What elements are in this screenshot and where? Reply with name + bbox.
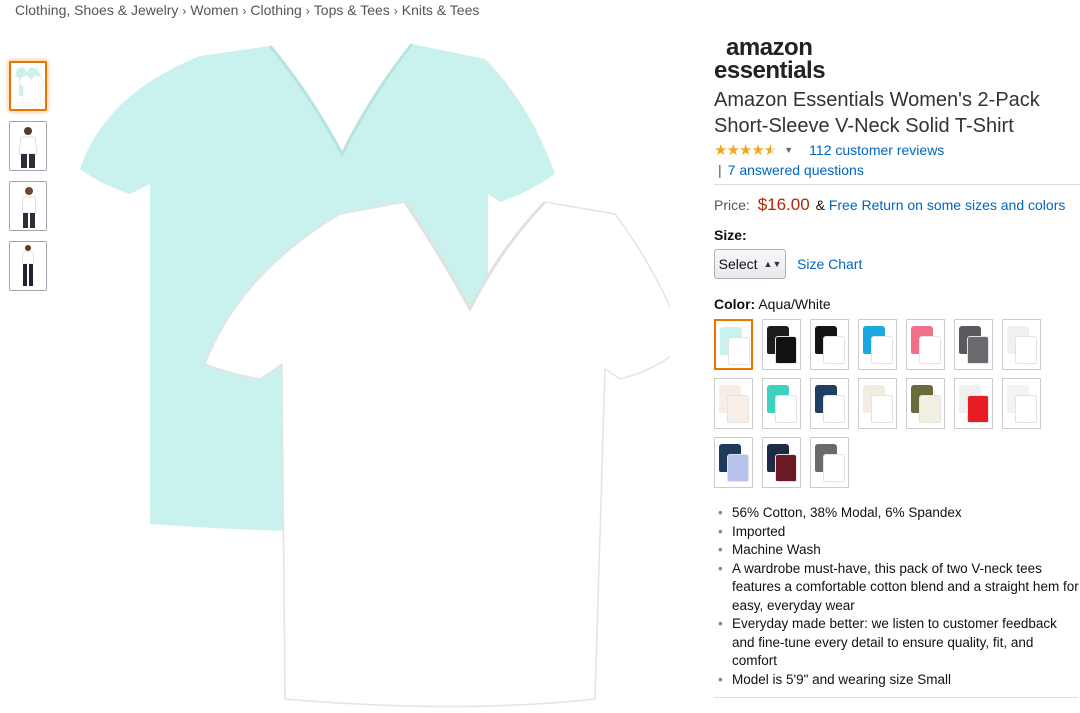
feature-bullet: Model is 5'9" and wearing size Small — [714, 671, 1080, 690]
color-label-key: Color: — [714, 296, 756, 312]
model-thumbnail — [18, 127, 38, 168]
breadcrumb-separator: › — [393, 4, 398, 18]
thumb-model-full[interactable] — [9, 241, 47, 291]
color-swatch[interactable] — [762, 437, 801, 488]
breadcrumb-clothing[interactable]: Clothing — [250, 2, 301, 18]
color-swatch[interactable] — [810, 378, 849, 429]
size-select-label: Select — [718, 256, 758, 272]
product-details: amazon essentials Amazon Essentials Wome… — [714, 36, 1080, 689]
breadcrumb-separator: › — [242, 4, 247, 18]
size-chart-link[interactable]: Size Chart — [797, 256, 862, 272]
free-return-link[interactable]: Free Return on some sizes and colors — [829, 197, 1066, 213]
rating-row: ★★★★★ ▼ 112 customer reviews — [714, 141, 1080, 159]
tshirt-pair-thumbnail — [15, 67, 45, 106]
color-swatch[interactable] — [810, 319, 849, 370]
color-swatch[interactable] — [714, 319, 753, 370]
tshirt-front-icon — [967, 336, 989, 364]
thumb-model-side[interactable] — [9, 181, 47, 231]
color-label: Color: Aqua/White — [714, 296, 1080, 312]
thumb-model-front[interactable] — [9, 121, 47, 171]
tshirt-front-icon — [871, 395, 893, 423]
tshirt-front-icon — [871, 336, 893, 364]
color-swatch[interactable] — [906, 319, 945, 370]
chevron-down-icon[interactable]: ▼ — [784, 145, 793, 155]
divider-pipe: | — [718, 162, 722, 178]
tshirt-front-icon — [775, 336, 797, 364]
divider — [714, 184, 1080, 185]
breadcrumb-knits-tees[interactable]: Knits & Tees — [402, 2, 480, 18]
tshirt-front-icon — [775, 395, 797, 423]
color-swatch[interactable] — [714, 437, 753, 488]
tshirt-front-icon — [728, 337, 750, 365]
color-swatch[interactable] — [954, 319, 993, 370]
tshirt-pair-image — [80, 43, 686, 708]
color-swatches — [714, 319, 1080, 488]
color-swatch[interactable] — [762, 378, 801, 429]
size-label: Size: — [714, 227, 747, 243]
thumb-product-front[interactable] — [9, 61, 47, 111]
tshirt-front-icon — [727, 395, 749, 423]
product-title: Amazon Essentials Women's 2-Pack Short-S… — [714, 89, 1040, 137]
feature-bullet: A wardrobe must-have, this pack of two V… — [714, 560, 1080, 616]
breadcrumb-women[interactable]: Women — [190, 2, 238, 18]
tshirt-front-icon — [919, 395, 941, 423]
feature-bullet: 56% Cotton, 38% Modal, 6% Spandex — [714, 504, 1080, 523]
tshirt-front-icon — [775, 454, 797, 482]
color-swatch[interactable] — [954, 378, 993, 429]
qa-row: | 7 answered questions — [714, 162, 1080, 178]
image-thumbnails — [9, 61, 49, 301]
color-swatch[interactable] — [762, 319, 801, 370]
color-swatch[interactable] — [1002, 319, 1041, 370]
star-rating[interactable]: ★★★★★ — [714, 141, 777, 159]
tshirt-front-icon — [823, 395, 845, 423]
feature-bullet: Machine Wash — [714, 541, 1080, 560]
full-stars: ★★★★ — [714, 142, 765, 159]
breadcrumb: Clothing, Shoes & Jewelry › Women › Clothing… — [15, 2, 479, 18]
size-select-dropdown[interactable]: Select ▲▼ — [714, 249, 786, 279]
customer-reviews-link[interactable]: 112 customer reviews — [809, 142, 944, 158]
breadcrumb-tops-tees[interactable]: Tops & Tees — [314, 2, 390, 18]
tshirt-front-icon — [1015, 395, 1037, 423]
color-swatch[interactable] — [714, 378, 753, 429]
tshirt-front-icon — [823, 454, 845, 482]
select-arrows-icon: ▲▼ — [763, 259, 782, 269]
half-star-icon: ★ — [764, 141, 777, 159]
brand-logo-line2: essentials — [714, 57, 826, 84]
brand-logo[interactable]: amazon essentials — [714, 34, 1080, 84]
tshirt-front-icon — [967, 395, 989, 423]
feature-bullets: 56% Cotton, 38% Modal, 6% SpandexImporte… — [714, 504, 1080, 689]
feature-bullet: Imported — [714, 523, 1080, 542]
price-row: Price: $16.00 & Free Return on some size… — [714, 195, 1080, 215]
main-product-image[interactable] — [60, 34, 686, 709]
price-label: Price: — [714, 197, 750, 213]
color-swatch[interactable] — [858, 378, 897, 429]
price-value: $16.00 — [757, 195, 810, 214]
breadcrumb-separator: › — [182, 4, 187, 18]
price-amp: & — [815, 197, 825, 213]
tshirt-front-icon — [727, 454, 749, 482]
tshirt-front-icon — [1015, 336, 1037, 364]
color-swatch[interactable] — [1002, 378, 1041, 429]
divider — [714, 697, 1078, 698]
color-swatch[interactable] — [858, 319, 897, 370]
color-swatch[interactable] — [810, 437, 849, 488]
answered-questions-link[interactable]: 7 answered questions — [728, 162, 864, 178]
brand-logo-line1: amazon — [726, 34, 813, 61]
size-row: Select ▲▼ Size Chart — [714, 249, 1080, 279]
model-full-thumbnail — [21, 245, 35, 286]
breadcrumb-clothing-shoes-jewelry[interactable]: Clothing, Shoes & Jewelry — [15, 2, 178, 18]
breadcrumb-separator: › — [305, 4, 310, 18]
tshirt-front-icon — [919, 336, 941, 364]
color-label-value: Aqua/White — [758, 296, 831, 312]
tshirt-front-icon — [823, 336, 845, 364]
feature-bullet: Everyday made better: we listen to custo… — [714, 615, 1080, 671]
color-swatch[interactable] — [906, 378, 945, 429]
model-side-thumbnail — [21, 187, 37, 228]
